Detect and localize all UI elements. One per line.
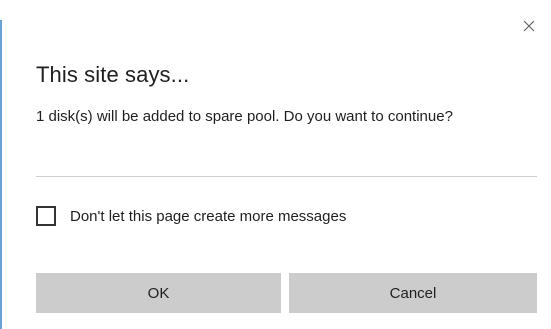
divider — [36, 176, 537, 177]
dialog-title: This site says... — [36, 62, 190, 87]
close-button[interactable] — [515, 12, 543, 40]
dialog-message: 1 disk(s) will be added to spare pool. D… — [36, 108, 453, 125]
suppress-messages-label: Don't let this page create more messages — [70, 207, 347, 225]
dialog-accent-edge — [0, 20, 2, 329]
suppress-messages-option[interactable]: Don't let this page create more messages — [36, 206, 346, 226]
alert-dialog: This site says... 1 disk(s) will be adde… — [0, 0, 551, 329]
cancel-button[interactable]: Cancel — [289, 273, 537, 313]
close-icon — [523, 20, 535, 32]
suppress-messages-checkbox[interactable] — [36, 206, 56, 226]
ok-button[interactable]: OK — [36, 273, 281, 313]
